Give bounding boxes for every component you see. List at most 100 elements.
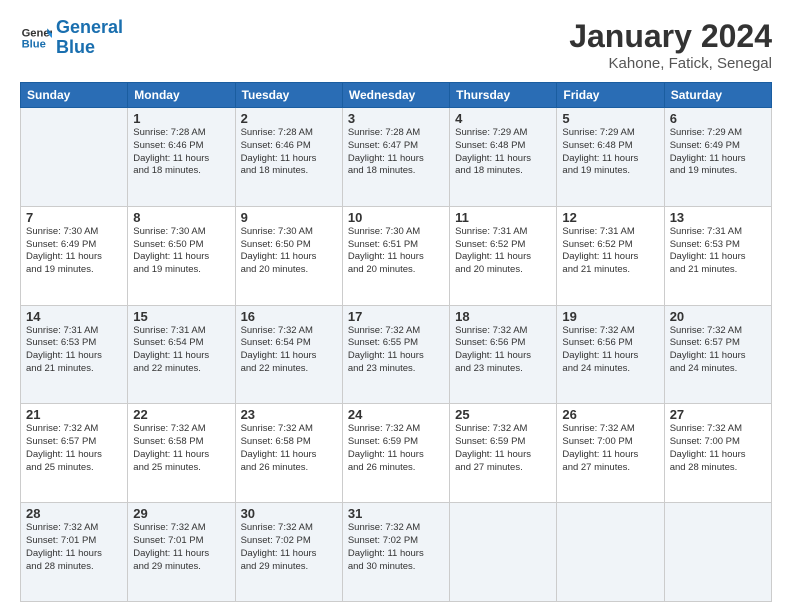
table-row: 16Sunrise: 7:32 AM Sunset: 6:54 PM Dayli… — [235, 305, 342, 404]
col-saturday: Saturday — [664, 83, 771, 108]
day-info: Sunrise: 7:28 AM Sunset: 6:47 PM Dayligh… — [348, 127, 444, 178]
day-info: Sunrise: 7:31 AM Sunset: 6:53 PM Dayligh… — [26, 325, 122, 376]
day-number: 8 — [133, 210, 229, 225]
day-info: Sunrise: 7:32 AM Sunset: 7:02 PM Dayligh… — [348, 522, 444, 573]
day-number: 29 — [133, 506, 229, 521]
day-info: Sunrise: 7:32 AM Sunset: 6:57 PM Dayligh… — [670, 325, 766, 376]
col-tuesday: Tuesday — [235, 83, 342, 108]
col-monday: Monday — [128, 83, 235, 108]
day-info: Sunrise: 7:32 AM Sunset: 6:58 PM Dayligh… — [241, 423, 337, 474]
day-info: Sunrise: 7:32 AM Sunset: 7:00 PM Dayligh… — [562, 423, 658, 474]
day-info: Sunrise: 7:30 AM Sunset: 6:51 PM Dayligh… — [348, 226, 444, 277]
table-row: 10Sunrise: 7:30 AM Sunset: 6:51 PM Dayli… — [342, 206, 449, 305]
table-row: 7Sunrise: 7:30 AM Sunset: 6:49 PM Daylig… — [21, 206, 128, 305]
table-row: 20Sunrise: 7:32 AM Sunset: 6:57 PM Dayli… — [664, 305, 771, 404]
day-number: 4 — [455, 111, 551, 126]
day-number: 9 — [241, 210, 337, 225]
day-number: 21 — [26, 407, 122, 422]
col-friday: Friday — [557, 83, 664, 108]
day-number: 10 — [348, 210, 444, 225]
table-row: 12Sunrise: 7:31 AM Sunset: 6:52 PM Dayli… — [557, 206, 664, 305]
day-number: 25 — [455, 407, 551, 422]
day-info: Sunrise: 7:32 AM Sunset: 7:01 PM Dayligh… — [133, 522, 229, 573]
day-info: Sunrise: 7:29 AM Sunset: 6:48 PM Dayligh… — [562, 127, 658, 178]
day-info: Sunrise: 7:32 AM Sunset: 6:54 PM Dayligh… — [241, 325, 337, 376]
day-number: 27 — [670, 407, 766, 422]
day-info: Sunrise: 7:31 AM Sunset: 6:54 PM Dayligh… — [133, 325, 229, 376]
page: General Blue General Blue January 2024 K… — [0, 0, 792, 612]
table-row — [21, 108, 128, 207]
day-info: Sunrise: 7:32 AM Sunset: 6:57 PM Dayligh… — [26, 423, 122, 474]
day-info: Sunrise: 7:28 AM Sunset: 6:46 PM Dayligh… — [241, 127, 337, 178]
table-row: 6Sunrise: 7:29 AM Sunset: 6:49 PM Daylig… — [664, 108, 771, 207]
logo-blue: Blue — [56, 37, 95, 57]
calendar-week-row: 14Sunrise: 7:31 AM Sunset: 6:53 PM Dayli… — [21, 305, 772, 404]
day-number: 16 — [241, 309, 337, 324]
day-number: 12 — [562, 210, 658, 225]
day-number: 11 — [455, 210, 551, 225]
day-number: 26 — [562, 407, 658, 422]
day-info: Sunrise: 7:30 AM Sunset: 6:50 PM Dayligh… — [133, 226, 229, 277]
table-row: 15Sunrise: 7:31 AM Sunset: 6:54 PM Dayli… — [128, 305, 235, 404]
title-location: Kahone, Fatick, Senegal — [569, 55, 772, 72]
table-row: 29Sunrise: 7:32 AM Sunset: 7:01 PM Dayli… — [128, 503, 235, 602]
day-info: Sunrise: 7:32 AM Sunset: 7:01 PM Dayligh… — [26, 522, 122, 573]
col-thursday: Thursday — [450, 83, 557, 108]
table-row: 31Sunrise: 7:32 AM Sunset: 7:02 PM Dayli… — [342, 503, 449, 602]
table-row: 19Sunrise: 7:32 AM Sunset: 6:56 PM Dayli… — [557, 305, 664, 404]
day-info: Sunrise: 7:32 AM Sunset: 6:56 PM Dayligh… — [455, 325, 551, 376]
logo-text: General Blue — [56, 18, 123, 58]
col-wednesday: Wednesday — [342, 83, 449, 108]
day-number: 30 — [241, 506, 337, 521]
table-row: 1Sunrise: 7:28 AM Sunset: 6:46 PM Daylig… — [128, 108, 235, 207]
day-info: Sunrise: 7:32 AM Sunset: 6:56 PM Dayligh… — [562, 325, 658, 376]
day-number: 24 — [348, 407, 444, 422]
header: General Blue General Blue January 2024 K… — [20, 18, 772, 72]
day-number: 15 — [133, 309, 229, 324]
table-row: 3Sunrise: 7:28 AM Sunset: 6:47 PM Daylig… — [342, 108, 449, 207]
day-info: Sunrise: 7:31 AM Sunset: 6:52 PM Dayligh… — [455, 226, 551, 277]
calendar-week-row: 1Sunrise: 7:28 AM Sunset: 6:46 PM Daylig… — [21, 108, 772, 207]
day-number: 19 — [562, 309, 658, 324]
title-month: January 2024 — [569, 18, 772, 55]
table-row: 4Sunrise: 7:29 AM Sunset: 6:48 PM Daylig… — [450, 108, 557, 207]
day-info: Sunrise: 7:30 AM Sunset: 6:50 PM Dayligh… — [241, 226, 337, 277]
day-info: Sunrise: 7:28 AM Sunset: 6:46 PM Dayligh… — [133, 127, 229, 178]
table-row: 30Sunrise: 7:32 AM Sunset: 7:02 PM Dayli… — [235, 503, 342, 602]
logo: General Blue General Blue — [20, 18, 123, 58]
table-row: 11Sunrise: 7:31 AM Sunset: 6:52 PM Dayli… — [450, 206, 557, 305]
table-row: 23Sunrise: 7:32 AM Sunset: 6:58 PM Dayli… — [235, 404, 342, 503]
table-row: 2Sunrise: 7:28 AM Sunset: 6:46 PM Daylig… — [235, 108, 342, 207]
calendar-header-row: Sunday Monday Tuesday Wednesday Thursday… — [21, 83, 772, 108]
table-row: 21Sunrise: 7:32 AM Sunset: 6:57 PM Dayli… — [21, 404, 128, 503]
day-number: 1 — [133, 111, 229, 126]
table-row: 5Sunrise: 7:29 AM Sunset: 6:48 PM Daylig… — [557, 108, 664, 207]
day-info: Sunrise: 7:32 AM Sunset: 6:55 PM Dayligh… — [348, 325, 444, 376]
table-row: 17Sunrise: 7:32 AM Sunset: 6:55 PM Dayli… — [342, 305, 449, 404]
day-info: Sunrise: 7:29 AM Sunset: 6:49 PM Dayligh… — [670, 127, 766, 178]
table-row: 18Sunrise: 7:32 AM Sunset: 6:56 PM Dayli… — [450, 305, 557, 404]
day-number: 23 — [241, 407, 337, 422]
table-row: 27Sunrise: 7:32 AM Sunset: 7:00 PM Dayli… — [664, 404, 771, 503]
day-info: Sunrise: 7:31 AM Sunset: 6:52 PM Dayligh… — [562, 226, 658, 277]
day-number: 31 — [348, 506, 444, 521]
day-number: 6 — [670, 111, 766, 126]
svg-text:Blue: Blue — [22, 38, 46, 50]
day-number: 20 — [670, 309, 766, 324]
table-row: 22Sunrise: 7:32 AM Sunset: 6:58 PM Dayli… — [128, 404, 235, 503]
day-info: Sunrise: 7:32 AM Sunset: 7:00 PM Dayligh… — [670, 423, 766, 474]
calendar-week-row: 28Sunrise: 7:32 AM Sunset: 7:01 PM Dayli… — [21, 503, 772, 602]
table-row: 25Sunrise: 7:32 AM Sunset: 6:59 PM Dayli… — [450, 404, 557, 503]
day-number: 3 — [348, 111, 444, 126]
calendar-week-row: 21Sunrise: 7:32 AM Sunset: 6:57 PM Dayli… — [21, 404, 772, 503]
table-row — [450, 503, 557, 602]
day-info: Sunrise: 7:32 AM Sunset: 6:59 PM Dayligh… — [455, 423, 551, 474]
day-info: Sunrise: 7:32 AM Sunset: 6:59 PM Dayligh… — [348, 423, 444, 474]
table-row: 28Sunrise: 7:32 AM Sunset: 7:01 PM Dayli… — [21, 503, 128, 602]
table-row — [557, 503, 664, 602]
col-sunday: Sunday — [21, 83, 128, 108]
table-row: 24Sunrise: 7:32 AM Sunset: 6:59 PM Dayli… — [342, 404, 449, 503]
day-number: 13 — [670, 210, 766, 225]
table-row: 8Sunrise: 7:30 AM Sunset: 6:50 PM Daylig… — [128, 206, 235, 305]
day-number: 17 — [348, 309, 444, 324]
